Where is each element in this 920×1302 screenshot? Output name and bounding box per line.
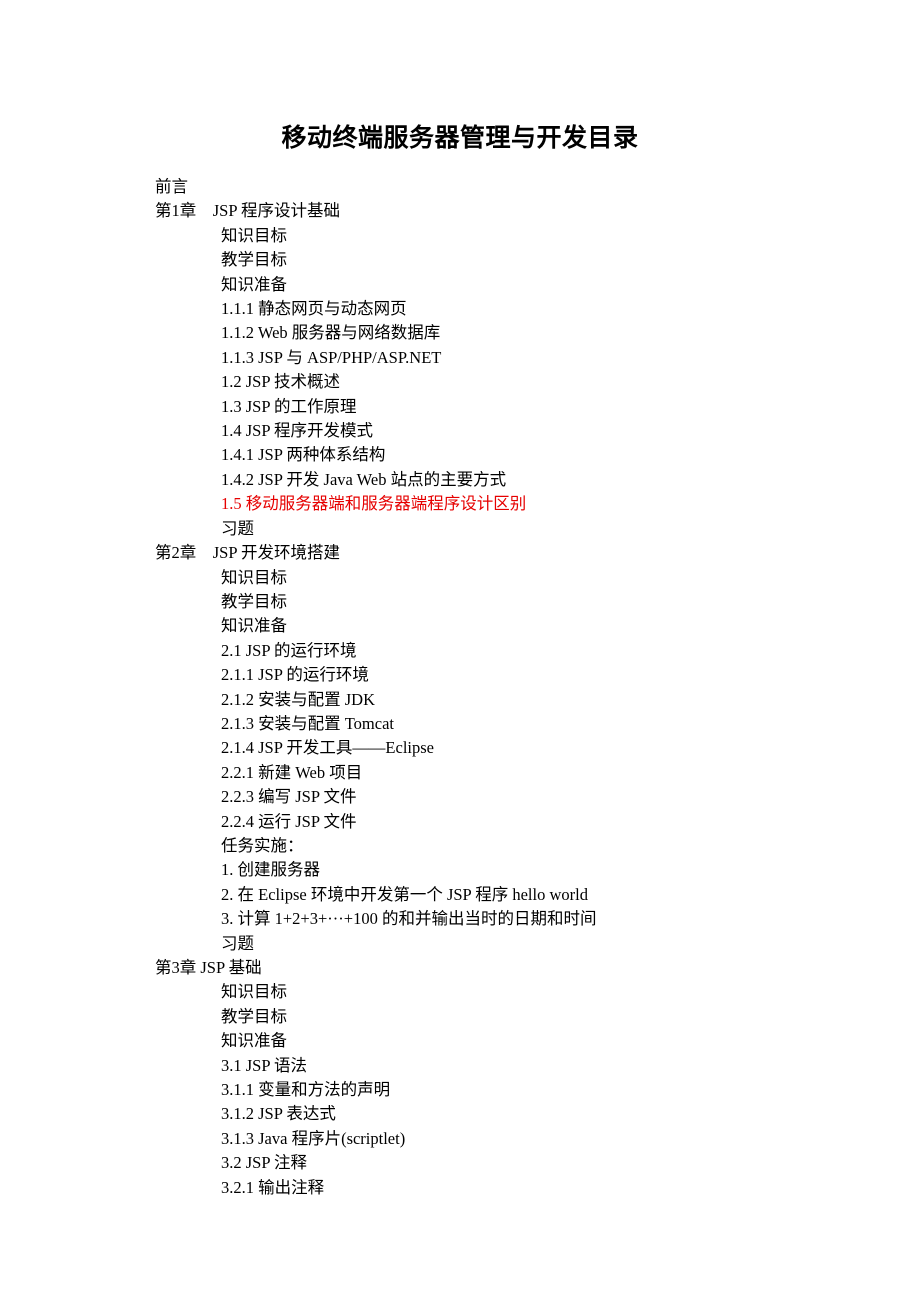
toc-entry: 2.2.3 编写 JSP 文件 xyxy=(155,785,765,809)
toc-entry: 3. 计算 1+2+3+···+100 的和并输出当时的日期和时间 xyxy=(155,907,765,931)
toc-entry: 1.4 JSP 程序开发模式 xyxy=(155,419,765,443)
toc-entry: 知识准备 xyxy=(155,273,765,297)
toc-entry: 任务实施： xyxy=(155,834,765,858)
toc-entry: 教学目标 xyxy=(155,1005,765,1029)
toc-entry: 3.2.1 输出注释 xyxy=(155,1176,765,1200)
toc-entry: 2.2.4 运行 JSP 文件 xyxy=(155,810,765,834)
page-title: 移动终端服务器管理与开发目录 xyxy=(155,120,765,157)
toc-entry: 1.4.2 JSP 开发 Java Web 站点的主要方式 xyxy=(155,468,765,492)
toc-entry: 2. 在 Eclipse 环境中开发第一个 JSP 程序 hello world xyxy=(155,883,765,907)
toc-entry: 1. 创建服务器 xyxy=(155,858,765,882)
toc-entry-highlighted: 1.5 移动服务器端和服务器端程序设计区别 xyxy=(155,492,765,516)
toc-entry: 3.1 JSP 语法 xyxy=(155,1054,765,1078)
toc-entry: 1.2 JSP 技术概述 xyxy=(155,370,765,394)
toc-entry: 3.1.2 JSP 表达式 xyxy=(155,1102,765,1126)
toc-entry-exercises: 习题 xyxy=(155,517,765,541)
document-page: 移动终端服务器管理与开发目录 前言 第1章 JSP 程序设计基础 知识目标 教学… xyxy=(0,0,920,1260)
toc-entry: 知识目标 xyxy=(155,224,765,248)
toc-entry: 知识目标 xyxy=(155,566,765,590)
chapter-1-heading: 第1章 JSP 程序设计基础 xyxy=(155,199,765,223)
toc-entry: 2.1.4 JSP 开发工具——Eclipse xyxy=(155,736,765,760)
toc-entry: 1.3 JSP 的工作原理 xyxy=(155,395,765,419)
toc-entry: 3.1.3 Java 程序片(scriptlet) xyxy=(155,1127,765,1151)
toc-entry: 2.1.2 安装与配置 JDK xyxy=(155,688,765,712)
preface-line: 前言 xyxy=(155,175,765,199)
chapter-3-heading: 第3章 JSP 基础 xyxy=(155,956,765,980)
toc-entry: 2.1 JSP 的运行环境 xyxy=(155,639,765,663)
toc-entry: 1.4.1 JSP 两种体系结构 xyxy=(155,443,765,467)
toc-entry: 1.1.3 JSP 与 ASP/PHP/ASP.NET xyxy=(155,346,765,370)
chapter-2-heading: 第2章 JSP 开发环境搭建 xyxy=(155,541,765,565)
toc-entry: 3.1.1 变量和方法的声明 xyxy=(155,1078,765,1102)
toc-entry: 1.1.2 Web 服务器与网络数据库 xyxy=(155,321,765,345)
toc-entry: 教学目标 xyxy=(155,248,765,272)
toc-entry: 2.2.1 新建 Web 项目 xyxy=(155,761,765,785)
toc-entry: 知识准备 xyxy=(155,614,765,638)
toc-entry: 知识准备 xyxy=(155,1029,765,1053)
toc-entry: 3.2 JSP 注释 xyxy=(155,1151,765,1175)
toc-entry: 2.1.1 JSP 的运行环境 xyxy=(155,663,765,687)
toc-entry: 1.1.1 静态网页与动态网页 xyxy=(155,297,765,321)
toc-entry: 教学目标 xyxy=(155,590,765,614)
toc-entry: 知识目标 xyxy=(155,980,765,1004)
toc-entry: 2.1.3 安装与配置 Tomcat xyxy=(155,712,765,736)
toc-entry-exercises: 习题 xyxy=(155,932,765,956)
